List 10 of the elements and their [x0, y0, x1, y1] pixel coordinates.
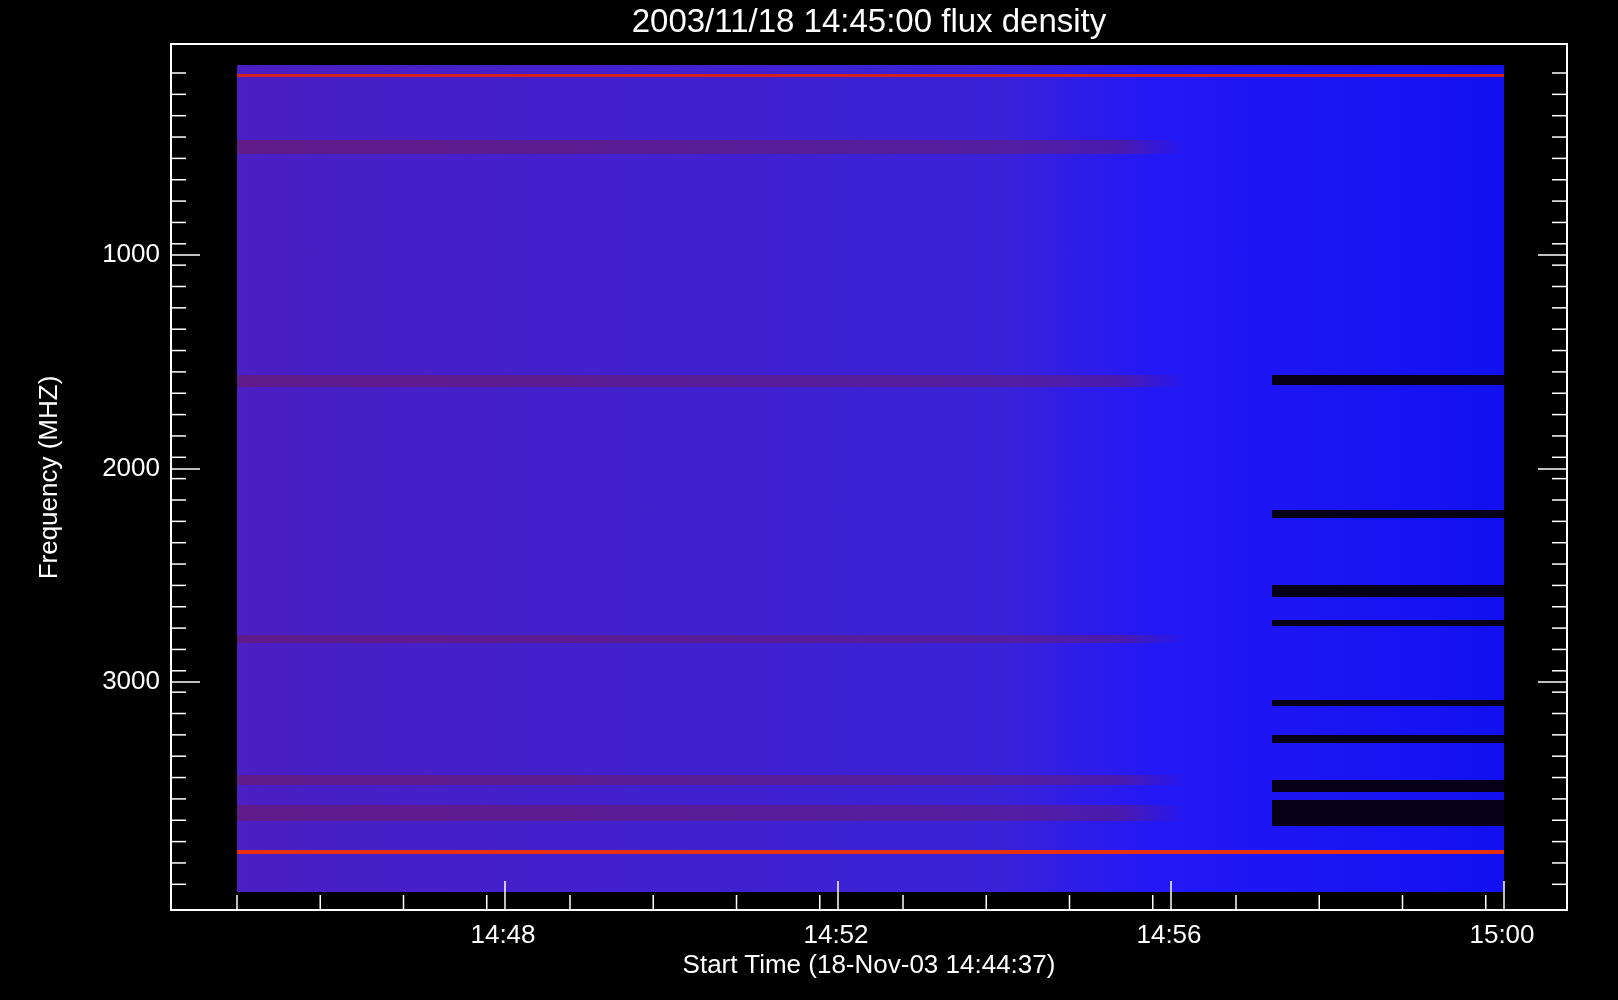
y-tick-label: 2000	[102, 454, 160, 480]
y-axis-label: Frequency (MHZ)	[32, 375, 65, 579]
x-axis-label: Start Time (18-Nov-03 14:44:37)	[682, 949, 1056, 979]
x-tick-label: 15:00	[1469, 921, 1535, 947]
x-tick-label: 14:52	[803, 921, 869, 947]
y-tick-label: 1000	[102, 240, 160, 266]
x-tick-label: 14:56	[1136, 921, 1202, 947]
y-tick-label: 3000	[102, 667, 160, 693]
x-tick-label: 14:48	[470, 921, 536, 947]
chart-title: 2003/11/18 14:45:00 flux density	[631, 2, 1107, 39]
